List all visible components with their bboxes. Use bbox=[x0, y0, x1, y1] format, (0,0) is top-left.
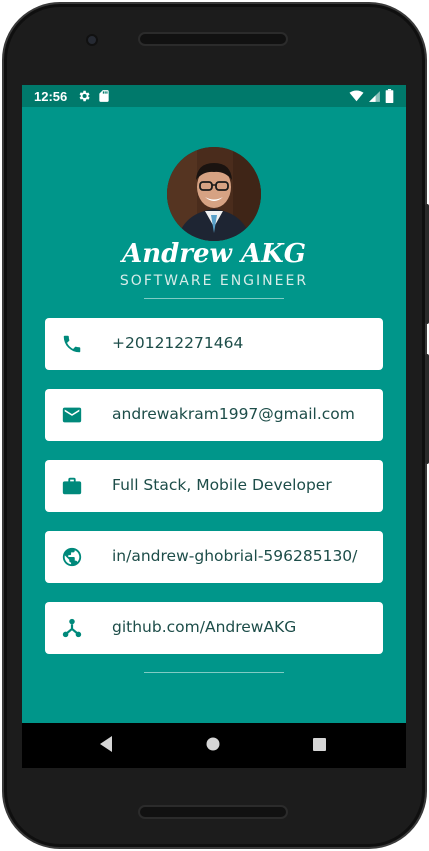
earpiece-speaker bbox=[138, 32, 288, 46]
phone-icon bbox=[63, 335, 81, 353]
avatar bbox=[167, 147, 261, 241]
contact-phone-text: +201212271464 bbox=[112, 334, 244, 352]
contact-card-role[interactable]: Full Stack, Mobile Developer bbox=[45, 460, 383, 512]
recents-icon[interactable] bbox=[313, 738, 326, 751]
email-icon bbox=[62, 407, 82, 423]
briefcase-icon bbox=[62, 477, 82, 495]
contact-linkedin-text: in/andrew-ghobrial-596285130/ bbox=[112, 547, 358, 565]
wifi-icon bbox=[349, 90, 364, 102]
home-icon[interactable] bbox=[206, 737, 220, 751]
bottom-speaker bbox=[138, 805, 288, 819]
contact-role-text: Full Stack, Mobile Developer bbox=[112, 476, 332, 494]
contact-github-text: github.com/AndrewAKG bbox=[112, 618, 297, 636]
contact-card-github[interactable]: github.com/AndrewAKG bbox=[45, 602, 383, 654]
contact-card-phone[interactable]: +201212271464 bbox=[45, 318, 383, 370]
avatar-photo bbox=[167, 147, 261, 241]
globe-icon bbox=[62, 547, 82, 567]
signal-icon bbox=[369, 90, 380, 102]
profile-title: SOFTWARE ENGINEER bbox=[119, 273, 309, 289]
github-icon bbox=[62, 618, 82, 638]
divider-bottom bbox=[144, 672, 284, 673]
gear-icon bbox=[79, 90, 90, 102]
back-icon[interactable] bbox=[99, 735, 113, 753]
volume-button bbox=[425, 354, 429, 464]
status-time: 12:56 bbox=[34, 88, 68, 104]
front-camera bbox=[86, 34, 98, 46]
status-right-icons bbox=[349, 89, 394, 103]
contact-card-linkedin[interactable]: in/andrew-ghobrial-596285130/ bbox=[45, 531, 383, 583]
battery-icon bbox=[385, 89, 394, 103]
contact-card-email[interactable]: andrewakram1997@gmail.com bbox=[45, 389, 383, 441]
navigation-bar bbox=[22, 723, 406, 768]
power-button bbox=[425, 204, 429, 324]
sd-card-icon bbox=[99, 90, 109, 102]
profile-name: Andrew AKG bbox=[122, 239, 306, 269]
divider-top bbox=[144, 298, 284, 299]
app-screen: 12:56 Andrew AKG SOFTWARE ENGINEER +2012… bbox=[22, 85, 406, 768]
status-bar: 12:56 bbox=[22, 85, 406, 107]
contact-email-text: andrewakram1997@gmail.com bbox=[112, 405, 355, 423]
